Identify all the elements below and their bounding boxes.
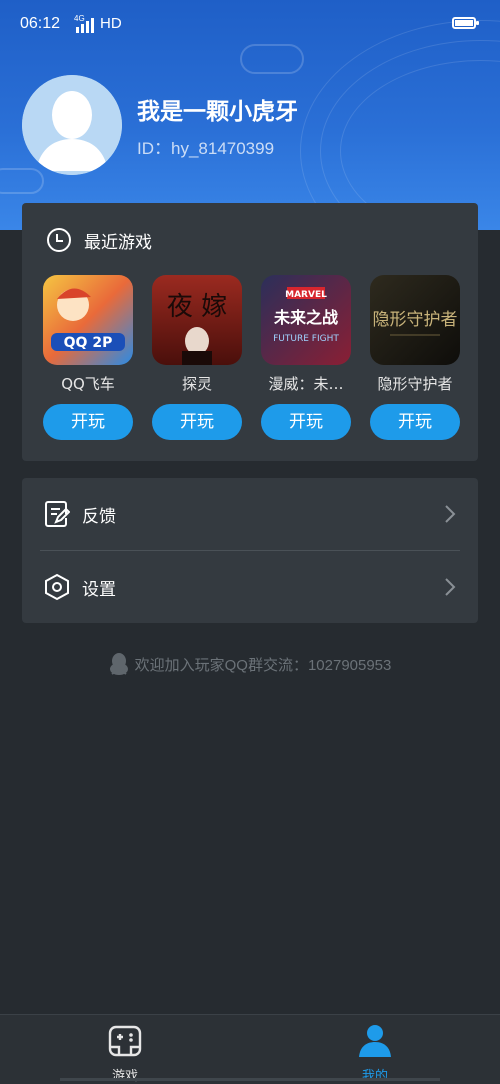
- svg-text:MARVEL: MARVEL: [285, 290, 327, 300]
- svg-text:夜 嫁: 夜 嫁: [167, 292, 227, 322]
- status-time: 06:12: [20, 15, 61, 32]
- hd-indicator: HD: [100, 15, 122, 32]
- bottom-tab-bar: 游戏 我的: [0, 1014, 500, 1084]
- game-name: 漫威：未…: [268, 375, 344, 393]
- recent-games-title: 最近游戏: [84, 232, 152, 253]
- game-cover[interactable]: 隐形守护者: [370, 275, 460, 365]
- user-id: ID：hy_81470399: [137, 139, 275, 158]
- play-button[interactable]: 开玩: [261, 404, 351, 440]
- play-button[interactable]: 开玩: [43, 404, 133, 440]
- game-name: 隐形守护者: [377, 375, 453, 393]
- tab-label: 游戏: [111, 1069, 138, 1084]
- tab-mine[interactable]: 我的: [325, 1023, 425, 1084]
- qq-group-info[interactable]: 欢迎加入玩家QQ群交流：1027905953: [0, 652, 500, 676]
- tab-games[interactable]: 游戏: [75, 1023, 175, 1084]
- tab-label: 我的: [361, 1069, 388, 1084]
- feedback-icon: [45, 501, 70, 527]
- play-button[interactable]: 开玩: [152, 404, 242, 440]
- game-item-marvel[interactable]: MARVEL 未来之战 FUTURE FIGHT 漫威：未… 开玩: [261, 275, 351, 440]
- avatar-placeholder-icon: [22, 75, 122, 175]
- menu-label: 反馈: [82, 506, 116, 527]
- menu-item-settings[interactable]: 设置: [22, 551, 478, 623]
- home-indicator: [60, 1078, 440, 1081]
- game-cover[interactable]: MARVEL 未来之战 FUTURE FIGHT: [261, 275, 351, 365]
- game-cover[interactable]: QQ 2P: [43, 275, 133, 365]
- game-cover[interactable]: 夜 嫁: [152, 275, 242, 365]
- clock-icon: [47, 228, 71, 252]
- gamepad-icon: [108, 1025, 142, 1057]
- recent-games-card: 最近游戏 QQ 2P QQ飞车 开玩 夜 嫁 探灵 开玩 MARVEL 未来之战…: [22, 203, 478, 461]
- recent-games-header: 最近游戏: [46, 227, 152, 253]
- svg-text:未来之战: 未来之战: [273, 308, 338, 327]
- play-button[interactable]: 开玩: [370, 404, 460, 440]
- battery-icon: [452, 17, 479, 29]
- game-name: 探灵: [181, 375, 212, 393]
- avatar[interactable]: [22, 75, 122, 175]
- svg-text:FUTURE FIGHT: FUTURE FIGHT: [273, 334, 339, 344]
- settings-menu-card: 反馈 设置: [22, 478, 478, 623]
- profile-header: 06:12 4G HD 我是一颗小虎牙 ID：hy_81470399: [0, 0, 500, 230]
- person-icon: [359, 1025, 391, 1057]
- chevron-right-icon: [445, 578, 456, 596]
- game-item-yinxing[interactable]: 隐形守护者 隐形守护者 开玩: [370, 275, 460, 440]
- status-bar: 06:12 4G HD: [0, 0, 500, 50]
- menu-item-feedback[interactable]: 反馈: [22, 478, 478, 550]
- svg-text:隐形守护者: 隐形守护者: [373, 310, 458, 330]
- user-name: 我是一颗小虎牙: [137, 99, 298, 125]
- settings-icon: [45, 573, 69, 601]
- qq-penguin-icon: [109, 653, 128, 675]
- cloud-decoration: [0, 168, 44, 194]
- qq-group-text: 欢迎加入玩家QQ群交流：1027905953: [134, 656, 392, 674]
- chevron-right-icon: [445, 505, 456, 523]
- game-name: QQ飞车: [61, 375, 115, 393]
- game-item-qq-speed[interactable]: QQ 2P QQ飞车 开玩: [43, 275, 133, 440]
- svg-text:QQ 2P: QQ 2P: [64, 335, 113, 351]
- game-item-tanling[interactable]: 夜 嫁 探灵 开玩: [152, 275, 242, 440]
- menu-label: 设置: [82, 579, 116, 600]
